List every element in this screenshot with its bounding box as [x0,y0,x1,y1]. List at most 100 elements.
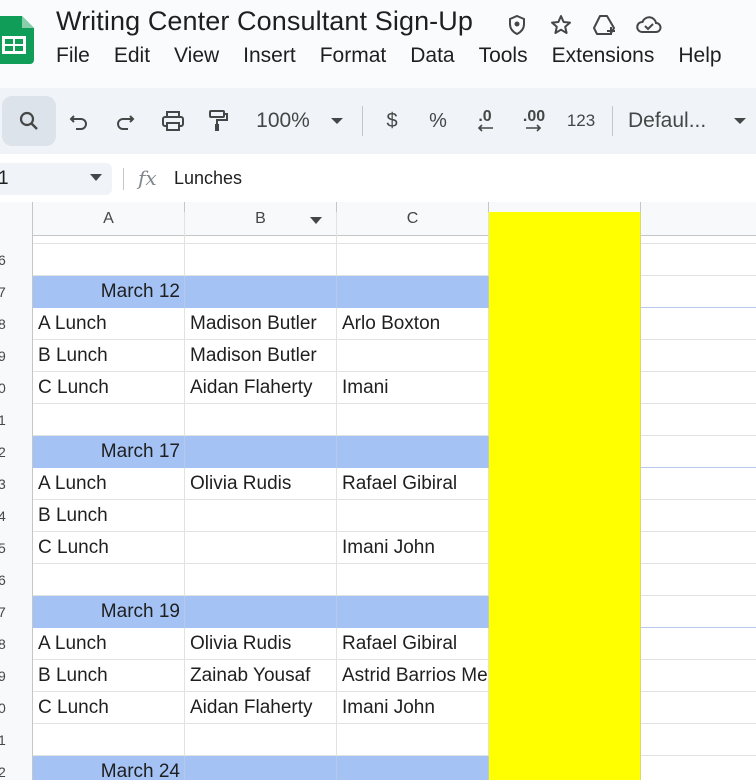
menu-data[interactable]: Data [410,44,466,68]
undo-button[interactable] [62,88,96,154]
cell-lunch-period[interactable]: B Lunch [33,340,185,372]
row-header[interactable]: 0 [0,372,33,404]
menu-format[interactable]: Format [320,44,399,68]
row-header[interactable] [0,212,33,244]
cell-column-d[interactable] [489,468,641,500]
cell-column-d[interactable] [489,692,641,724]
row-header[interactable]: 9 [0,660,33,692]
cell-consultant-2[interactable]: Imani John [337,532,489,564]
row-header[interactable]: 2 [0,756,33,780]
redo-button[interactable] [108,88,142,154]
cell-column-d[interactable] [489,628,641,660]
menu-view[interactable]: View [174,44,231,68]
cell-column-d[interactable] [489,596,641,628]
font-select[interactable]: Defaul... [628,88,720,154]
cell-consultant-1[interactable] [185,532,337,564]
cell-column-d[interactable] [489,756,641,780]
cell-consultant-2[interactable] [337,340,489,372]
menu-help[interactable]: Help [678,44,733,68]
more-formats-button[interactable]: 123 [562,88,600,154]
menu-file[interactable]: File [56,44,102,68]
cell-column-d[interactable] [489,724,641,756]
cell-consultant-1[interactable] [185,276,337,308]
cell-column-d[interactable] [489,372,641,404]
star-icon[interactable] [546,10,576,40]
row-header[interactable]: 0 [0,692,33,724]
cell-column-d[interactable] [489,308,641,340]
cell-consultant-1[interactable] [185,244,337,276]
increase-decimal-button[interactable]: .00 [514,88,554,154]
cell-consultant-1[interactable]: Aidan Flaherty [185,372,337,404]
search-menus-button[interactable] [2,96,56,146]
cell-lunch-period[interactable]: A Lunch [33,468,185,500]
menu-extensions[interactable]: Extensions [552,44,667,68]
row-header[interactable]: 8 [0,308,33,340]
cell-consultant-1[interactable]: Olivia Rudis [185,468,337,500]
cell-consultant-1[interactable] [185,724,337,756]
row-header[interactable]: 9 [0,340,33,372]
cloud-status-icon[interactable] [634,10,664,40]
row-header[interactable]: 7 [0,596,33,628]
sheet-grid[interactable]: A B C D 67March 128A LunchMadison Butler… [0,202,756,780]
cell-consultant-1[interactable] [185,596,337,628]
cell-lunch-period[interactable] [33,404,185,436]
cell-consultant-2[interactable]: Rafael Gibiral [337,628,489,660]
cell-column-d[interactable] [489,276,641,308]
cell-lunch-period[interactable]: C Lunch [33,692,185,724]
date-cell[interactable]: March 24 [33,756,185,780]
cell-lunch-period[interactable] [33,724,185,756]
row-header[interactable]: 8 [0,628,33,660]
row-header[interactable]: 7 [0,276,33,308]
paint-format-button[interactable] [200,88,236,154]
formula-input[interactable]: Lunches [174,168,242,189]
cell-consultant-1[interactable] [185,404,337,436]
cell-consultant-2[interactable] [337,596,489,628]
cell[interactable] [489,212,641,244]
row-header[interactable]: 6 [0,244,33,276]
cell-consultant-2[interactable] [337,500,489,532]
font-dropdown-icon[interactable] [728,88,752,154]
cell-lunch-period[interactable]: A Lunch [33,628,185,660]
cell-consultant-2[interactable] [337,244,489,276]
menu-insert[interactable]: Insert [243,44,308,68]
sheets-logo-icon[interactable] [0,16,34,64]
cell-column-d[interactable] [489,532,641,564]
cell-consultant-2[interactable] [337,276,489,308]
cell[interactable] [337,212,489,244]
cell-consultant-2[interactable] [337,404,489,436]
cell-consultant-2[interactable]: Arlo Boxton [337,308,489,340]
cell-column-d[interactable] [489,404,641,436]
row-header[interactable]: 1 [0,404,33,436]
row-header[interactable]: 1 [0,724,33,756]
drive-move-icon[interactable] [590,10,620,40]
cell-consultant-1[interactable] [185,500,337,532]
row-header[interactable]: 6 [0,564,33,596]
cell-lunch-period[interactable]: B Lunch [33,660,185,692]
document-title[interactable]: Writing Center Consultant Sign-Up [56,6,473,37]
row-header[interactable]: 3 [0,468,33,500]
cell-consultant-1[interactable] [185,436,337,468]
cell-lunch-period[interactable] [33,564,185,596]
date-cell[interactable]: March 17 [33,436,185,468]
cell-consultant-1[interactable] [185,564,337,596]
cell-lunch-period[interactable]: B Lunch [33,500,185,532]
zoom-dropdown-icon[interactable] [326,88,348,154]
row-header[interactable]: 2 [0,436,33,468]
cell-column-d[interactable] [489,436,641,468]
cell-consultant-2[interactable]: Rafael Gibiral [337,468,489,500]
cell-column-d[interactable] [489,660,641,692]
cell-column-d[interactable] [489,244,641,276]
currency-format-button[interactable]: $ [378,88,406,154]
cell-consultant-2[interactable]: Astrid Barrios Mendez [337,660,529,692]
cell-consultant-2[interactable]: Imani [337,372,489,404]
cell-consultant-1[interactable]: Zainab Yousaf [185,660,337,692]
decrease-decimal-button[interactable]: .0 [468,88,502,154]
cell-lunch-period[interactable] [33,244,185,276]
shield-icon[interactable] [502,10,532,40]
cell-consultant-2[interactable] [337,564,489,596]
cell-consultant-2[interactable] [337,756,489,780]
cell-consultant-2[interactable]: Imani John [337,692,489,724]
menu-edit[interactable]: Edit [114,44,162,68]
print-button[interactable] [154,88,192,154]
cell-column-d[interactable] [489,500,641,532]
